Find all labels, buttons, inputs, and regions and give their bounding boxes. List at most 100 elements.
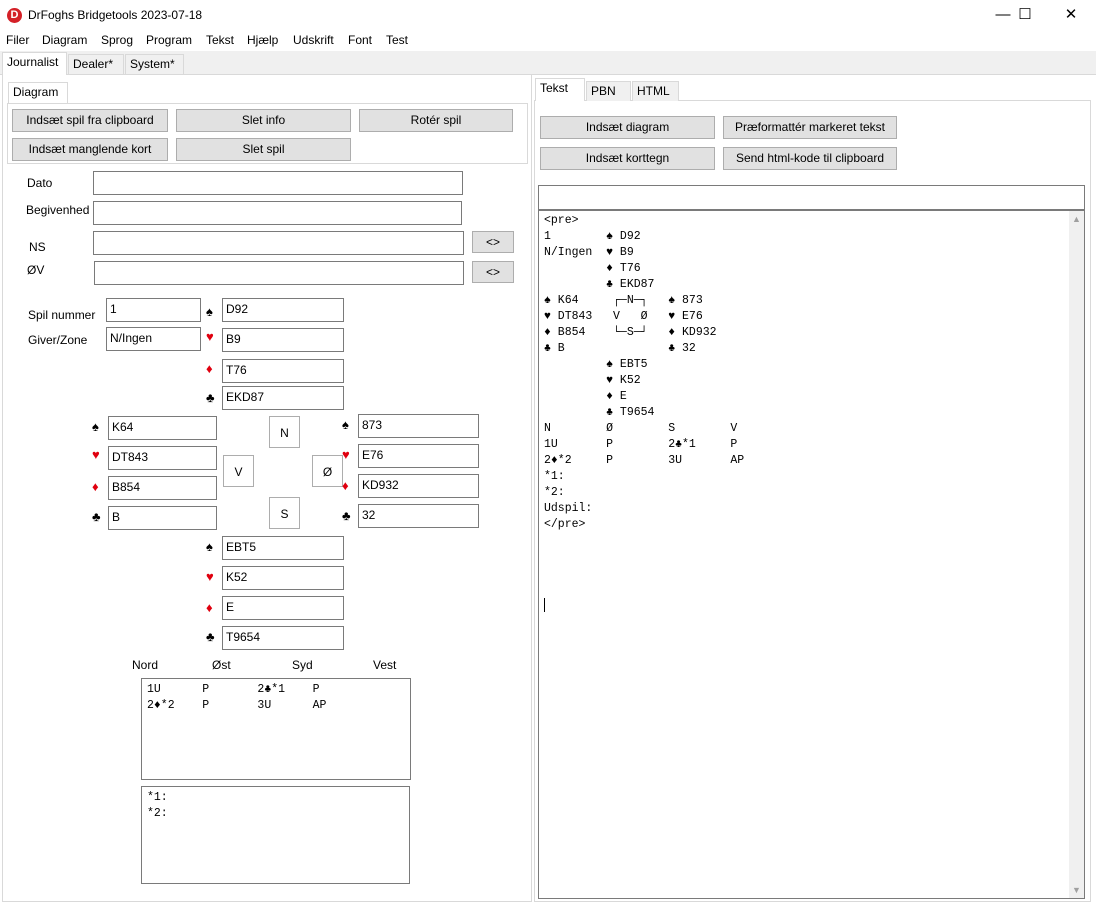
tab-dealer[interactable]: Dealer*	[68, 54, 124, 74]
menu-sprog[interactable]: Sprog	[101, 33, 133, 47]
app-icon: D	[7, 8, 22, 23]
south-diamonds-field[interactable]: E	[222, 596, 344, 620]
south-clubs-field[interactable]: T9654	[222, 626, 344, 650]
north-spades-field[interactable]: D92	[222, 298, 344, 322]
diamond-icon: ♦	[206, 600, 213, 615]
scroll-up-icon[interactable]: ▲	[1072, 214, 1081, 224]
output-line: N/Ingen ♥ B9	[544, 246, 634, 259]
output-text: <pre> 1 ♠ D92 N/Ingen ♥ B9 ♦ T76 ♣ EKD87…	[544, 213, 1064, 612]
output-line: 2♦*2 P 3U AP	[544, 454, 745, 467]
output-line: 1 ♠ D92	[544, 230, 641, 243]
ns-swap-button[interactable]: <>	[472, 231, 514, 253]
send-html-to-clipboard-button[interactable]: Send html-kode til clipboard	[723, 147, 897, 170]
menu-filer[interactable]: Filer	[6, 33, 29, 47]
output-scrollbar[interactable]	[1069, 211, 1084, 898]
ov-field[interactable]	[94, 261, 464, 285]
tab-html[interactable]: HTML	[632, 81, 679, 101]
tab-diagram[interactable]: Diagram	[8, 82, 68, 104]
output-line: ♠ EBT5	[544, 358, 648, 371]
deal-number-label: Spil nummer	[28, 308, 96, 322]
output-line: ♣ B ♣ 32	[544, 342, 696, 355]
diamond-icon: ♦	[342, 478, 349, 493]
bidding-header-south: Syd	[292, 658, 313, 672]
output-line: ♦ B854 └─S─┘ ♦ KD932	[544, 326, 717, 339]
seat-west-button[interactable]: V	[223, 455, 254, 487]
delete-info-button[interactable]: Slet info	[176, 109, 351, 132]
output-line: ♦ T76	[544, 262, 641, 275]
output-line: ♦ E	[544, 390, 627, 403]
spade-icon: ♠	[92, 419, 99, 434]
spade-icon: ♠	[206, 304, 213, 319]
rotate-deal-button[interactable]: Rotér spil	[359, 109, 513, 132]
west-clubs-field[interactable]: B	[108, 506, 217, 530]
date-field[interactable]	[93, 171, 463, 195]
menu-diagram[interactable]: Diagram	[42, 33, 87, 47]
tab-journalist[interactable]: Journalist	[2, 52, 67, 75]
note-line: *1:	[147, 791, 168, 804]
paste-from-clipboard-button[interactable]: Indsæt spil fra clipboard	[12, 109, 168, 132]
notes-textarea[interactable]: *1: *2:	[141, 786, 410, 884]
north-diamonds-field[interactable]: T76	[222, 359, 344, 383]
output-line: ♣ T9654	[544, 406, 655, 419]
east-spades-field[interactable]: 873	[358, 414, 479, 438]
spade-icon: ♠	[206, 539, 213, 554]
dealer-zone-field[interactable]: N/Ingen	[106, 327, 201, 351]
preformat-selected-text-button[interactable]: Præformattér markeret tekst	[723, 116, 897, 139]
insert-suit-symbol-button[interactable]: Indsæt korttegn	[540, 147, 715, 170]
insert-missing-cards-button[interactable]: Indsæt manglende kort	[12, 138, 168, 161]
output-line: Udspil:	[544, 502, 593, 515]
menu-tekst[interactable]: Tekst	[206, 33, 234, 47]
delete-deal-button[interactable]: Slet spil	[176, 138, 351, 161]
dealer-zone-label: Giver/Zone	[28, 333, 88, 347]
west-diamonds-field[interactable]: B854	[108, 476, 217, 500]
output-line: <pre>	[544, 214, 579, 227]
menu-font[interactable]: Font	[348, 33, 372, 47]
south-spades-field[interactable]: EBT5	[222, 536, 344, 560]
output-line: ♠ K64 ┌─N─┐ ♠ 873	[544, 294, 703, 307]
menu-hjaelp[interactable]: Hjælp	[247, 33, 278, 47]
south-hearts-field[interactable]: K52	[222, 566, 344, 590]
tab-system[interactable]: System*	[125, 54, 184, 74]
text-input[interactable]	[538, 185, 1085, 210]
event-label: Begivenhed	[26, 203, 90, 217]
east-diamonds-field[interactable]: KD932	[358, 474, 479, 498]
diamond-icon: ♦	[206, 361, 213, 376]
seat-east-button[interactable]: Ø	[312, 455, 343, 487]
north-clubs-field[interactable]: EKD87	[222, 386, 344, 410]
east-hearts-field[interactable]: E76	[358, 444, 479, 468]
west-hearts-field[interactable]: DT843	[108, 446, 217, 470]
tab-pbn[interactable]: PBN	[586, 81, 631, 101]
menu-udskrift[interactable]: Udskrift	[293, 33, 334, 47]
diamond-icon: ♦	[92, 479, 99, 494]
close-button[interactable]: ✕	[1048, 0, 1094, 31]
output-line: *2:	[544, 486, 565, 499]
tab-tekst[interactable]: Tekst	[535, 78, 585, 101]
output-line: ♣ EKD87	[544, 278, 655, 291]
seat-south-button[interactable]: S	[269, 497, 300, 529]
club-icon: ♣	[206, 629, 215, 644]
north-hearts-field[interactable]: B9	[222, 328, 344, 352]
deal-number-field[interactable]: 1	[106, 298, 201, 322]
seat-north-button[interactable]: N	[269, 416, 300, 448]
date-label: Dato	[27, 176, 53, 190]
note-line: *2:	[147, 807, 168, 820]
east-clubs-field[interactable]: 32	[358, 504, 479, 528]
output-line: 1U P 2♣*1 P	[544, 438, 738, 451]
menu-test[interactable]: Test	[386, 33, 408, 47]
spade-icon: ♠	[342, 417, 349, 432]
output-line: </pre>	[544, 518, 586, 531]
west-spades-field[interactable]: K64	[108, 416, 217, 440]
event-field[interactable]	[93, 201, 462, 225]
scroll-down-icon[interactable]: ▼	[1072, 885, 1081, 895]
ns-label: NS	[29, 240, 46, 254]
output-line: ♥ DT843 V Ø ♥ E76	[544, 310, 703, 323]
insert-diagram-button[interactable]: Indsæt diagram	[540, 116, 715, 139]
bidding-textarea[interactable]: 1U P 2♣*1 P 2♦*2 P 3U AP	[141, 678, 411, 780]
menu-program[interactable]: Program	[146, 33, 192, 47]
ov-swap-button[interactable]: <>	[472, 261, 514, 283]
output-line: *1:	[544, 470, 565, 483]
bidding-header-east: Øst	[212, 658, 231, 672]
output-line: N Ø S V	[544, 422, 738, 435]
ns-field[interactable]	[93, 231, 464, 255]
maximize-button[interactable]: ☐	[1002, 0, 1048, 31]
